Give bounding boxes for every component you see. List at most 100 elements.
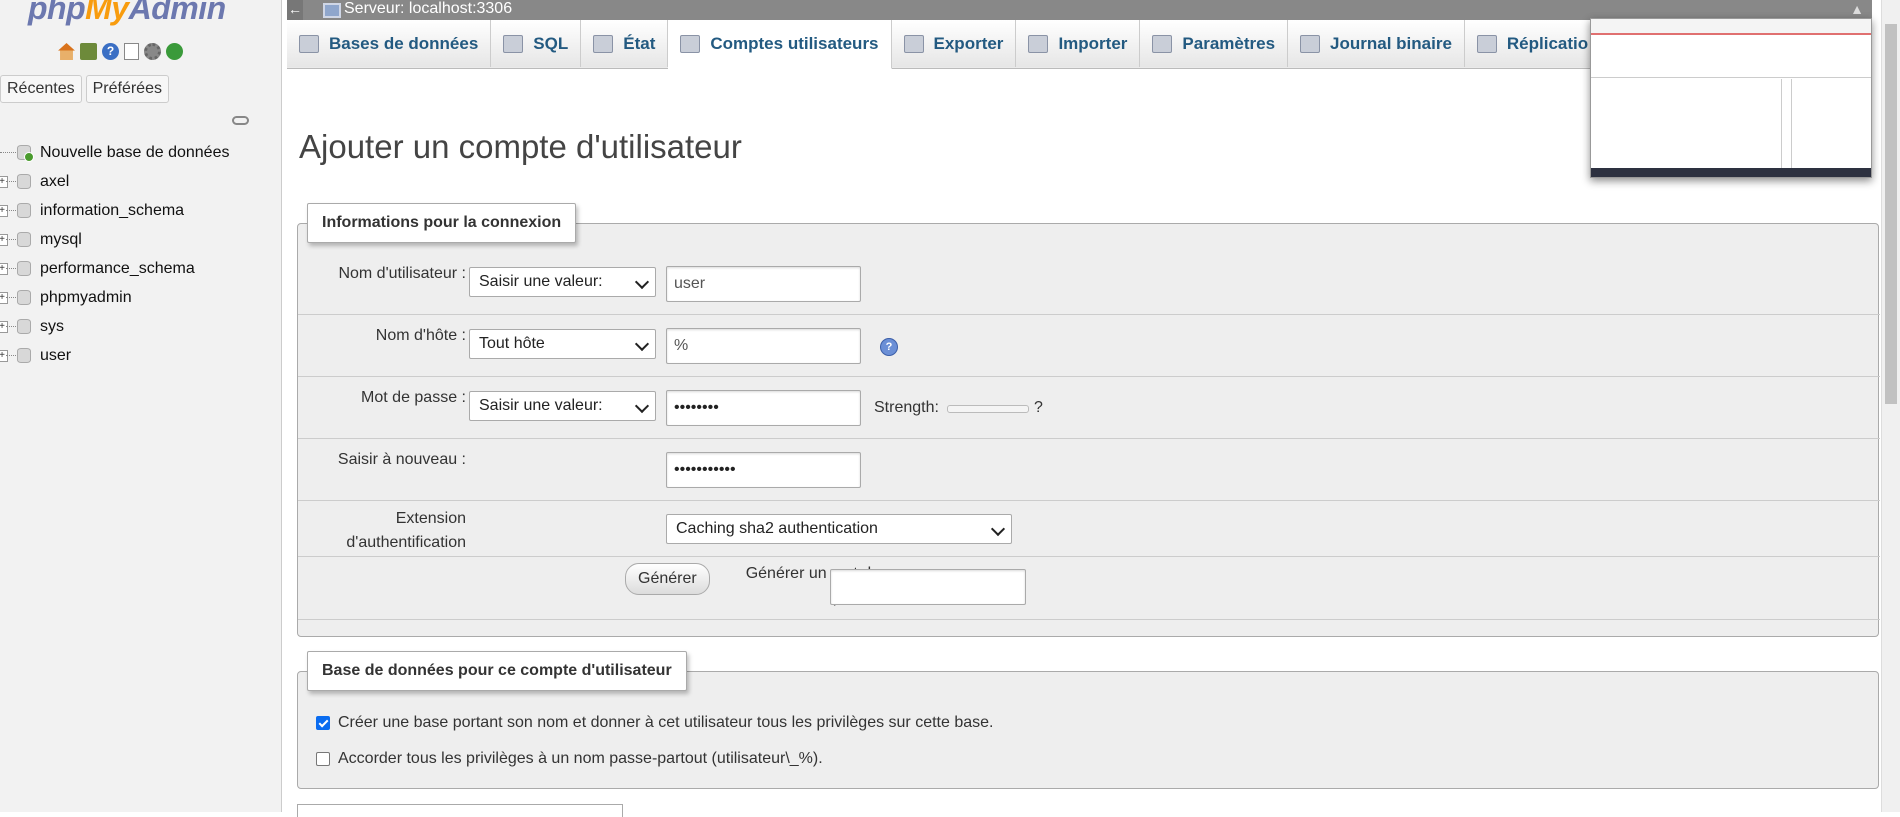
select-value: Saisir une valeur: [479, 273, 603, 290]
password-mode-select[interactable]: Saisir une valeur: [469, 391, 656, 421]
generated-password-input[interactable] [830, 569, 1026, 605]
reload-icon[interactable] [166, 43, 183, 60]
tab-label: Paramètres [1182, 33, 1276, 53]
password-label: Mot de passe : [361, 389, 466, 406]
strength-help[interactable]: ? [1034, 399, 1043, 417]
logo-php-text: php [28, 0, 86, 26]
tree-item-mysql[interactable]: + mysql [0, 225, 282, 254]
tab-settings[interactable]: Paramètres [1140, 20, 1289, 67]
tree-item-performance-schema[interactable]: + performance_schema [0, 254, 282, 283]
tab-label: SQL [533, 33, 569, 53]
import-icon [1028, 34, 1049, 53]
tab-sql[interactable]: SQL [491, 20, 582, 67]
server-breadcrumb[interactable]: Serveur: localhost:3306 [344, 0, 512, 18]
tree-connector [6, 326, 16, 327]
hostname-mode-select[interactable]: Tout hôte [469, 329, 656, 359]
link-with-main-panel-icon[interactable] [232, 116, 249, 125]
tree-item-user[interactable]: + user [0, 341, 282, 370]
tab-databases[interactable]: Bases de données [287, 20, 492, 67]
chevron-down-icon [634, 398, 650, 414]
database-icon [17, 290, 31, 305]
chevron-down-icon [634, 336, 650, 352]
auth-plugin-select[interactable]: Caching sha2 authentication [666, 514, 1012, 544]
database-icon[interactable] [80, 43, 97, 60]
database-icon [17, 232, 31, 247]
phpmyadmin-logo[interactable]: phpMyAdmin [28, 0, 226, 27]
tab-user-accounts[interactable]: Comptes utilisateurs [668, 20, 892, 69]
tree-item-label: information_schema [40, 201, 185, 219]
tree-item-label: Nouvelle base de données [40, 143, 230, 161]
generate-password-row: Générer un mot de passe: Générer [298, 557, 1880, 620]
tree-item-axel[interactable]: + axel [0, 167, 282, 196]
tab-replication[interactable]: Réplicatio [1464, 20, 1602, 67]
tree-item-sys[interactable]: + sys [0, 312, 282, 341]
select-value: Caching sha2 authentication [676, 520, 878, 537]
users-icon [680, 35, 701, 53]
create-db-checkbox[interactable] [316, 716, 330, 730]
database-icon [17, 261, 31, 276]
recent-tab[interactable]: Récentes [0, 75, 82, 103]
window-preview-thumbnail[interactable] [1590, 18, 1872, 178]
select-value: Tout hôte [479, 335, 545, 352]
collapse-top-menu-icon[interactable]: ▲ [1850, 1, 1864, 17]
create-db-same-name-option[interactable]: Créer une base portant son nom et donner… [316, 714, 993, 732]
login-info-fieldset: Informations pour la connexion Nom d'uti… [297, 203, 1880, 637]
grant-wildcard-checkbox[interactable] [316, 752, 330, 766]
tab-label: Journal binaire [1330, 33, 1452, 53]
password-input[interactable]: •••••••• [666, 390, 861, 426]
generate-password-button[interactable]: Générer [625, 563, 710, 595]
server-icon [323, 3, 341, 18]
password-strength-meter [947, 405, 1029, 413]
replication-icon [1476, 34, 1497, 53]
tab-binary-log[interactable]: Journal binaire [1288, 20, 1465, 67]
help-icon[interactable]: ? [880, 338, 898, 356]
hostname-input[interactable]: % [666, 328, 861, 364]
status-icon [593, 34, 614, 53]
chevron-down-icon [634, 274, 650, 290]
next-fieldset-legend [297, 804, 623, 817]
binlog-icon [1300, 34, 1321, 53]
tree-item-label: sys [40, 317, 64, 335]
tree-item-information-schema[interactable]: + information_schema [0, 196, 282, 225]
nav-recent-favorites: Récentes Préférées [0, 75, 169, 103]
auth-plugin-label-line2: d'authentification [346, 534, 466, 551]
tree-item-label: axel [40, 172, 70, 190]
tree-item-label: user [40, 346, 72, 364]
tree-item-phpmyadmin[interactable]: + phpmyadmin [0, 283, 282, 312]
strength-label: Strength: [874, 399, 939, 416]
tree-connector [6, 210, 16, 211]
scrollbar-thumb[interactable] [1885, 24, 1897, 404]
database-tree: Nouvelle base de données + axel + inform… [0, 138, 282, 370]
tab-export[interactable]: Exporter [891, 20, 1017, 67]
hostname-row: Nom d'hôte : Tout hôte % ? [298, 315, 1880, 377]
grant-wildcard-option[interactable]: Accorder tous les privilèges à un nom pa… [316, 750, 823, 768]
auth-plugin-row: Extension d'authentification Caching sha… [298, 501, 1880, 557]
tab-import[interactable]: Importer [1016, 20, 1141, 67]
username-label: Nom d'utilisateur : [338, 265, 466, 282]
select-value: Saisir une valeur: [479, 397, 603, 414]
navigation-panel: phpMyAdmin ? Récentes Préférées Nouvelle… [0, 0, 282, 812]
tab-label: Réplicatio [1506, 33, 1589, 53]
retype-password-input[interactable]: ••••••••••• [666, 452, 861, 488]
database-icon [17, 174, 31, 189]
back-arrow-icon[interactable]: ← [287, 0, 303, 20]
documentation-icon[interactable] [124, 43, 139, 60]
page-scrollbar[interactable] [1881, 0, 1900, 812]
help-icon[interactable]: ? [102, 43, 119, 60]
home-icon[interactable] [58, 43, 75, 60]
tree-item-new-database[interactable]: Nouvelle base de données [0, 138, 282, 167]
username-mode-select[interactable]: Saisir une valeur: [469, 267, 656, 297]
tab-label: Bases de données [329, 33, 479, 53]
tree-item-label: performance_schema [40, 259, 195, 277]
username-input[interactable]: user [666, 266, 861, 302]
favorites-tab[interactable]: Préférées [85, 75, 169, 103]
database-icon [299, 34, 319, 53]
page-title: Ajouter un compte d'utilisateur [299, 128, 742, 165]
database-icon [17, 319, 31, 334]
settings-icon [1152, 34, 1173, 53]
tab-status[interactable]: État [581, 20, 669, 67]
settings-icon[interactable] [144, 43, 161, 60]
server-breadcrumb-bar: ← Serveur: localhost:3306 ▲ [287, 0, 1872, 20]
tree-connector [0, 152, 18, 153]
tree-connector [6, 355, 16, 356]
